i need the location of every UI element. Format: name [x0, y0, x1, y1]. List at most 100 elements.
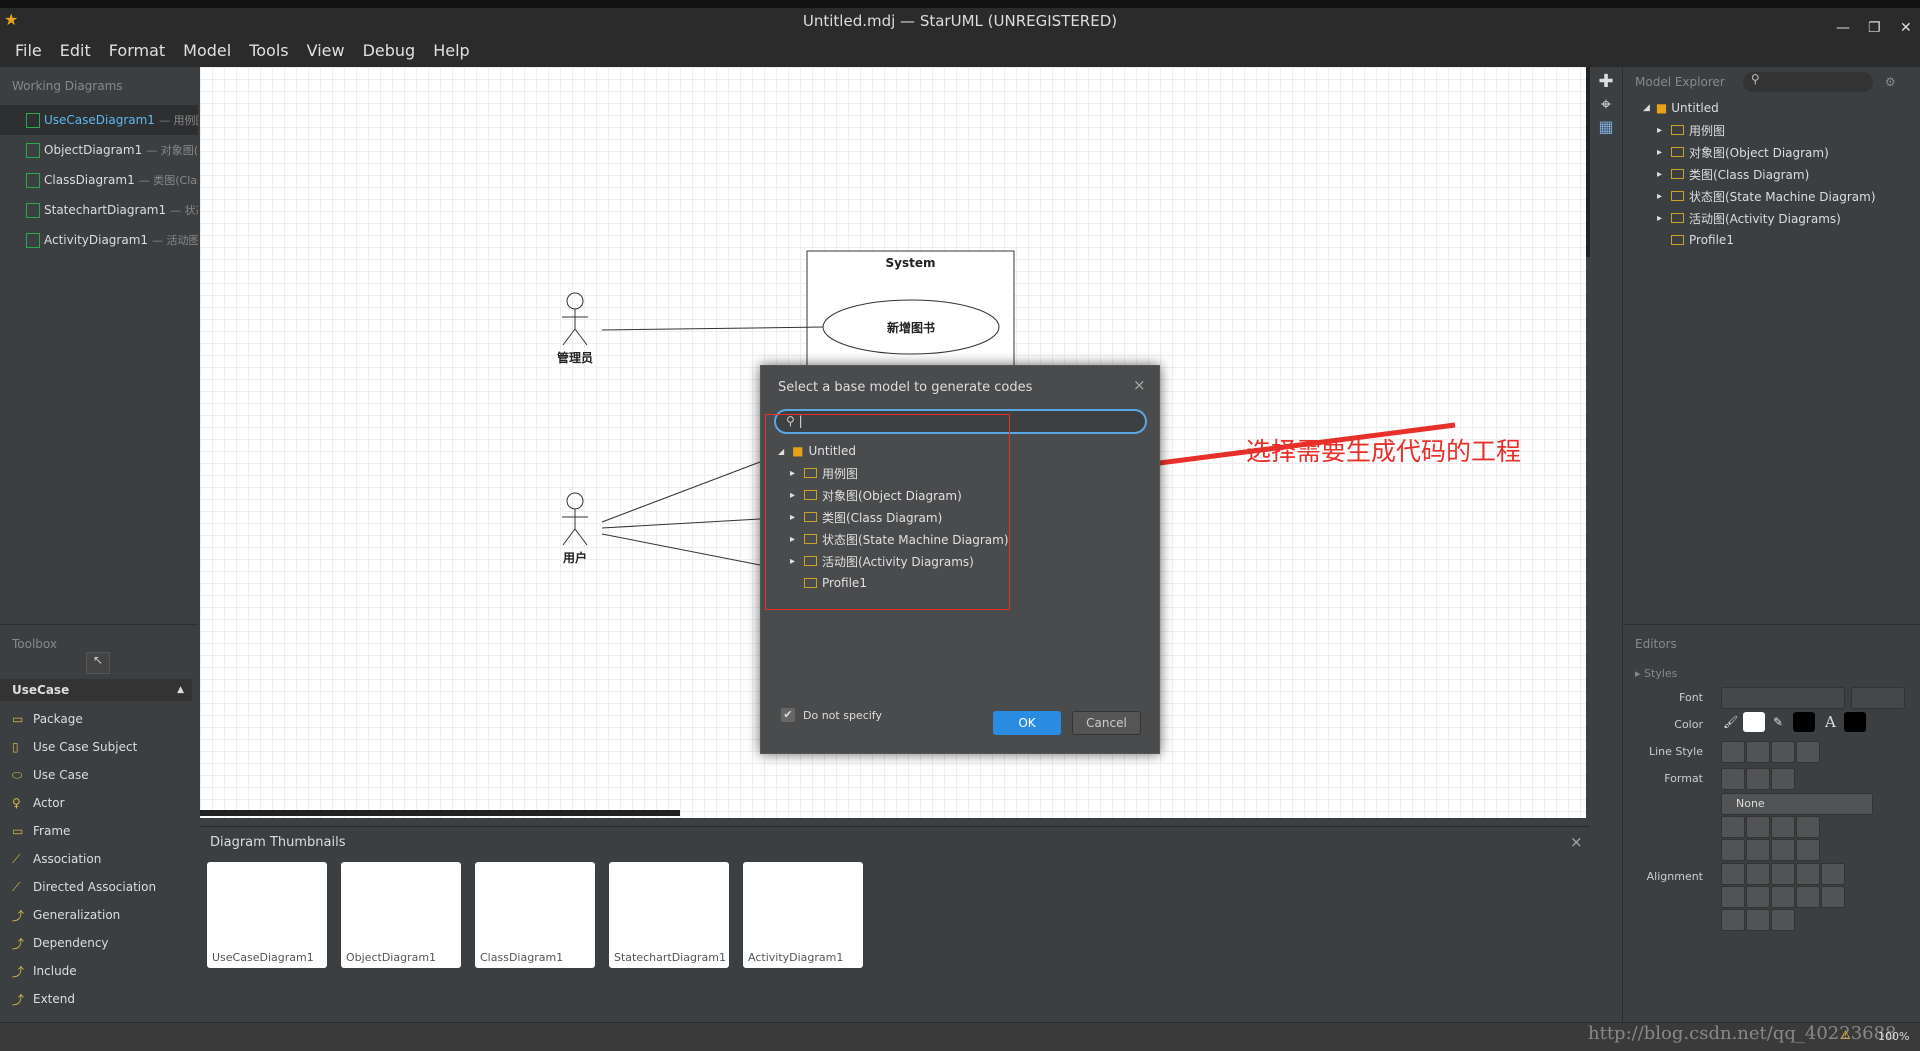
toolbox-group-usecase[interactable]: UseCase [12, 683, 69, 697]
style-tool-button[interactable] [1771, 768, 1795, 790]
style-tool-button[interactable] [1796, 886, 1820, 908]
font-color-swatch[interactable] [1844, 712, 1866, 732]
working-diagram-item[interactable]: ActivityDiagram1— 活动图(Ac [0, 225, 198, 255]
thumbnail-usecase[interactable]: UseCaseDiagram1 [207, 862, 327, 968]
tree-item[interactable]: ▸ 对象图(Object Diagram) [778, 484, 1018, 506]
style-tool-button[interactable] [1721, 816, 1745, 838]
tree-item[interactable]: Profile1 [1643, 229, 1920, 251]
toolbox-item[interactable]: ⟋ Directed Association [0, 873, 198, 901]
tree-item[interactable]: ▸ 类图(Class Diagram) [778, 506, 1018, 528]
dialog-close-button[interactable]: × [1133, 376, 1146, 394]
extensions-icon[interactable]: ✚ [1590, 71, 1622, 92]
thumbnail-object[interactable]: ObjectDiagram1 [341, 862, 461, 968]
toolbox-item[interactable]: ⤴ Extend [0, 985, 198, 1013]
ok-button[interactable]: OK [993, 711, 1061, 735]
style-tool-button[interactable] [1746, 839, 1770, 861]
font-size-select[interactable] [1851, 687, 1905, 709]
navigate-icon[interactable]: ⌖ [1590, 94, 1622, 115]
style-tool-button[interactable] [1771, 741, 1795, 763]
toolbox-item[interactable]: ♀ Actor [0, 789, 198, 817]
style-tool-button[interactable] [1721, 839, 1745, 861]
expand-icon[interactable]: ▸ [1635, 667, 1644, 680]
thumbnail-statechart[interactable]: StatechartDiagram1 [609, 862, 729, 968]
tree-item[interactable]: ▸ 对象图(Object Diagram) [1643, 141, 1920, 163]
do-not-specify-checkbox[interactable]: ✔ [781, 708, 795, 722]
warning-icon[interactable]: ⚠ [1840, 1028, 1851, 1042]
actor-admin-icon[interactable] [562, 292, 588, 346]
font-family-select[interactable] [1721, 687, 1845, 709]
toolbox-item[interactable]: ▯ Use Case Subject [0, 733, 198, 761]
menu-help[interactable]: Help [424, 41, 478, 60]
style-tool-button[interactable] [1771, 863, 1795, 885]
line-color-swatch[interactable] [1793, 712, 1815, 732]
tree-item[interactable]: ▸ 状态图(State Machine Diagram) [1643, 185, 1920, 207]
toolbox-item[interactable]: ▭ Frame [0, 817, 198, 845]
tree-item[interactable]: ▸ 状态图(State Machine Diagram) [778, 528, 1018, 550]
toolbox-item[interactable]: ▭ Package [0, 705, 198, 733]
style-tool-button[interactable] [1796, 816, 1820, 838]
style-tool-button[interactable] [1771, 886, 1795, 908]
toolbox-item[interactable]: ⤴ Dependency [0, 929, 198, 957]
style-tool-button[interactable] [1796, 863, 1820, 885]
close-thumbnails-button[interactable]: × [1570, 833, 1583, 851]
working-diagram-item[interactable]: UseCaseDiagram1— 用例图 [0, 105, 198, 135]
diagram-name: ClassDiagram1 [44, 173, 135, 187]
style-tool-button[interactable] [1746, 768, 1770, 790]
tree-item[interactable]: ▸ 活动图(Activity Diagrams) [1643, 207, 1920, 229]
style-tool-button[interactable] [1721, 909, 1745, 931]
model-tree-root[interactable]: ◢ ■ Untitled [1643, 97, 1920, 119]
style-tool-button[interactable] [1771, 839, 1795, 861]
dialog-tree-root[interactable]: ◢ ■ Untitled [778, 440, 1018, 462]
menu-tools[interactable]: Tools [240, 41, 297, 60]
style-tool-button[interactable] [1796, 839, 1820, 861]
style-tool-button[interactable] [1746, 886, 1770, 908]
style-tool-button[interactable] [1771, 909, 1795, 931]
style-tool-button[interactable] [1721, 886, 1745, 908]
model-search-input[interactable]: ⚲ [1742, 72, 1873, 92]
thumbnail-activity[interactable]: ActivityDiagram1 [743, 862, 863, 968]
thumbnails-icon[interactable]: ▦ [1590, 117, 1622, 136]
style-tool-button[interactable] [1796, 741, 1820, 763]
fill-color-swatch[interactable] [1743, 712, 1765, 732]
toolbox-item[interactable]: ⤴ Include [0, 957, 198, 985]
collapse-icon[interactable]: ▲ [177, 685, 184, 695]
style-tool-button[interactable] [1771, 816, 1795, 838]
menu-view[interactable]: View [298, 41, 354, 60]
style-tool-button[interactable] [1746, 863, 1770, 885]
style-tool-button[interactable] [1721, 741, 1745, 763]
tree-item[interactable]: ▸ 活动图(Activity Diagrams) [778, 550, 1018, 572]
style-tool-button[interactable] [1746, 816, 1770, 838]
tree-item[interactable]: ▸ 用例图 [778, 462, 1018, 484]
working-diagram-item[interactable]: ClassDiagram1— 类图(Class D [0, 165, 198, 195]
menu-debug[interactable]: Debug [354, 41, 425, 60]
folder-icon [804, 578, 817, 588]
working-diagram-item[interactable]: ObjectDiagram1— 对象图(Ob [0, 135, 198, 165]
styles-label[interactable]: Styles [1644, 667, 1677, 680]
thumbnail-class[interactable]: ClassDiagram1 [475, 862, 595, 968]
format-select[interactable]: None [1721, 793, 1873, 815]
style-tool-button[interactable] [1721, 768, 1745, 790]
activity-diagram-icon [26, 232, 40, 248]
horizontal-scrollbar[interactable] [200, 810, 680, 816]
menu-edit[interactable]: Edit [51, 41, 100, 60]
cancel-button[interactable]: Cancel [1072, 711, 1141, 735]
tree-item[interactable]: ▸ 用例图 [1643, 119, 1920, 141]
toolbox-item[interactable]: ⤴ Generalization [0, 901, 198, 929]
style-tool-button[interactable] [1746, 909, 1770, 931]
menu-file[interactable]: File [6, 41, 51, 60]
toolbox-item[interactable]: ⬭ Use Case [0, 761, 198, 789]
style-tool-button[interactable] [1721, 863, 1745, 885]
settings-gear-icon[interactable]: ⚙ [1885, 75, 1896, 89]
menu-model[interactable]: Model [174, 41, 240, 60]
select-tool-button[interactable]: ↖ [86, 652, 110, 674]
association-line[interactable] [601, 326, 824, 331]
actor-user-icon[interactable] [562, 492, 588, 546]
tree-item[interactable]: Profile1 [778, 572, 1018, 594]
working-diagram-item[interactable]: StatechartDiagram1— 状态图 [0, 195, 198, 225]
style-tool-button[interactable] [1821, 886, 1845, 908]
style-tool-button[interactable] [1821, 863, 1845, 885]
tree-item[interactable]: ▸ 类图(Class Diagram) [1643, 163, 1920, 185]
style-tool-button[interactable] [1746, 741, 1770, 763]
toolbox-item[interactable]: ⟋ Association [0, 845, 198, 873]
menu-format[interactable]: Format [100, 41, 174, 60]
